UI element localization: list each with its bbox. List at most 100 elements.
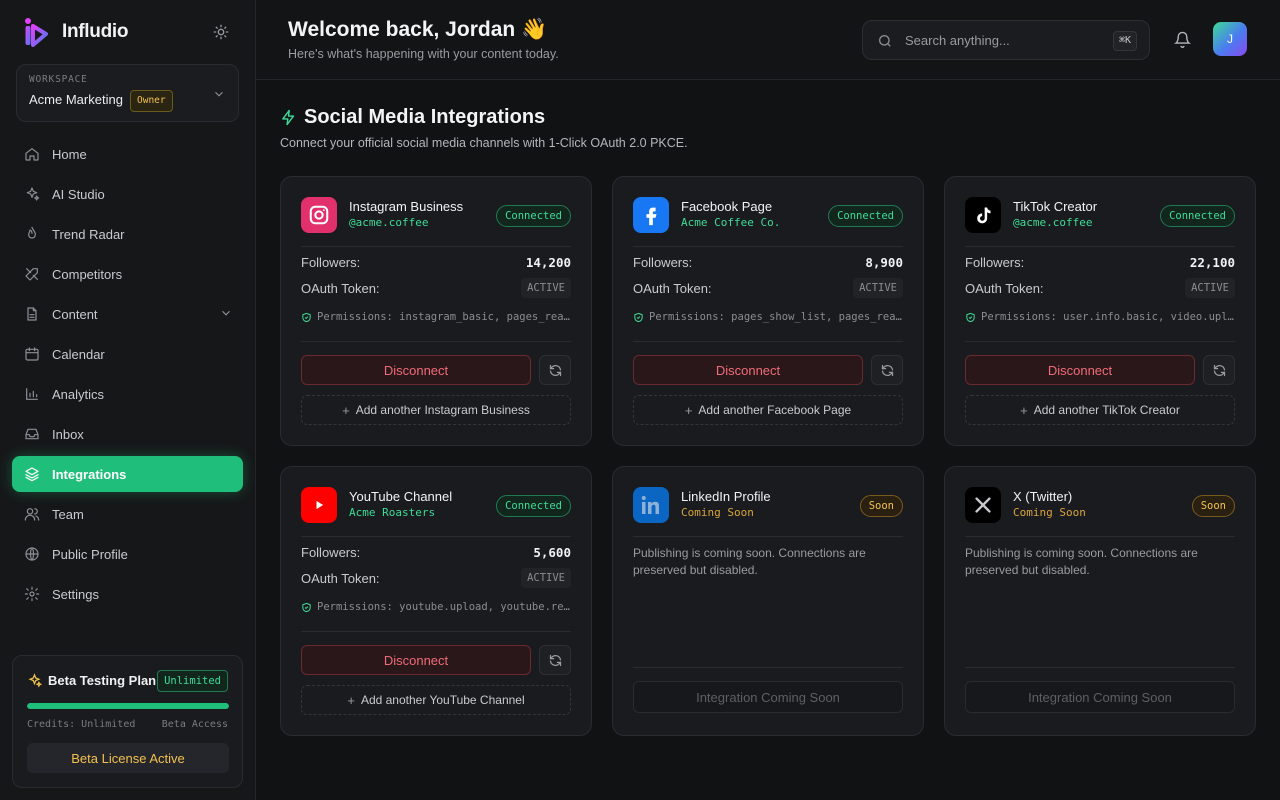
platform-name: LinkedIn Profile bbox=[681, 489, 771, 504]
permissions-text: Permissions: instagram_basic, pages_read… bbox=[317, 311, 571, 323]
coming-soon-button: Integration Coming Soon bbox=[965, 681, 1235, 713]
sidebar-item-content[interactable]: Content bbox=[12, 296, 243, 332]
welcome-subtitle: Here's what's happening with your conten… bbox=[288, 47, 559, 61]
plan-card: Beta Testing Plan Unlimited Credits: Unl… bbox=[12, 655, 243, 788]
brand[interactable]: Infludio bbox=[24, 16, 128, 48]
followers-label: Followers: bbox=[633, 255, 693, 270]
integration-card-tiktok-creator: TikTok Creator @acme.coffee Connected Follo… bbox=[944, 176, 1256, 446]
status-badge: Soon bbox=[1191, 495, 1235, 517]
sidebar-item-inbox[interactable]: Inbox bbox=[12, 416, 243, 452]
divider bbox=[965, 246, 1235, 247]
workspace-label: WORKSPACE bbox=[29, 74, 88, 85]
sidebar-item-label: Trend Radar bbox=[52, 226, 125, 242]
plan-progress-fill bbox=[27, 703, 229, 709]
section-title: Social Media Integrations bbox=[304, 106, 546, 128]
sidebar-item-label: Public Profile bbox=[52, 546, 128, 562]
sidebar: Infludio WORKSPACE Acme Marketing Owner … bbox=[0, 0, 256, 800]
sidebar-item-settings[interactable]: Settings bbox=[12, 576, 243, 612]
disconnect-button[interactable]: Disconnect bbox=[633, 355, 863, 385]
sidebar-item-calendar[interactable]: Calendar bbox=[12, 336, 243, 372]
plus-icon: + bbox=[1020, 402, 1028, 418]
add-account-button[interactable]: + Add another TikTok Creator bbox=[965, 395, 1235, 425]
linkedin-icon bbox=[633, 487, 669, 523]
divider bbox=[633, 246, 903, 247]
followers-value: 8,900 bbox=[865, 255, 903, 270]
oauth-token-label: OAuth Token: bbox=[965, 281, 1044, 296]
status-badge: Soon bbox=[859, 495, 903, 517]
divider bbox=[965, 536, 1235, 537]
sidebar-item-competitors[interactable]: Competitors bbox=[12, 256, 243, 292]
sidebar-item-public-profile[interactable]: Public Profile bbox=[12, 536, 243, 572]
plan-credits: Credits: Unlimited bbox=[27, 719, 136, 730]
integration-card-facebook-page: Facebook Page Acme Coffee Co. Connected Fol… bbox=[612, 176, 924, 446]
add-account-button[interactable]: + Add another YouTube Channel bbox=[301, 685, 571, 715]
oauth-token-status: ACTIVE bbox=[521, 568, 571, 588]
workspace-switcher[interactable]: WORKSPACE Acme Marketing Owner bbox=[16, 64, 239, 122]
platform-handle: @acme.coffee bbox=[349, 216, 429, 229]
users-icon bbox=[24, 508, 40, 521]
home-icon bbox=[25, 148, 39, 161]
add-account-label: Add another Facebook Page bbox=[698, 403, 852, 417]
sidebar-item-ai-studio[interactable]: AI Studio bbox=[12, 176, 243, 212]
theme-toggle-sun-icon[interactable] bbox=[210, 21, 232, 43]
refresh-button[interactable] bbox=[539, 355, 571, 385]
divider bbox=[965, 667, 1235, 668]
chevron-down-icon bbox=[222, 310, 230, 316]
sidebar-item-team[interactable]: Team bbox=[12, 496, 243, 532]
sidebar-item-integrations[interactable]: Integrations bbox=[12, 456, 243, 492]
refresh-button[interactable] bbox=[539, 645, 571, 675]
search-shortcut: ⌘K bbox=[1112, 31, 1137, 51]
add-account-label: Add another TikTok Creator bbox=[1033, 403, 1180, 417]
divider bbox=[301, 246, 571, 247]
beta-license-button[interactable]: Beta License Active bbox=[27, 743, 229, 773]
permissions-text: Permissions: user.info.basic, video.uplo… bbox=[981, 311, 1235, 323]
platform-handle: Coming Soon bbox=[1013, 506, 1086, 519]
shield-check-icon bbox=[302, 602, 311, 612]
disconnect-button[interactable]: Disconnect bbox=[965, 355, 1195, 385]
section-subtitle: Connect your official social media chann… bbox=[280, 136, 688, 150]
plus-icon: + bbox=[347, 692, 355, 708]
platform-name: X (Twitter) bbox=[1013, 489, 1073, 504]
sidebar-item-trend-radar[interactable]: Trend Radar bbox=[12, 216, 243, 252]
shield-check-icon bbox=[302, 312, 311, 322]
calendar-icon bbox=[25, 347, 39, 361]
avatar[interactable]: J bbox=[1213, 22, 1247, 56]
app-name: Infludio bbox=[62, 21, 129, 42]
instagram-icon bbox=[301, 197, 337, 233]
platform-handle: @acme.coffee bbox=[1013, 216, 1093, 229]
layers-icon bbox=[25, 467, 39, 482]
search-placeholder: Search anything... bbox=[905, 33, 1010, 48]
search-input[interactable]: Search anything... ⌘K bbox=[862, 20, 1150, 60]
add-account-button[interactable]: + Add another Instagram Business bbox=[301, 395, 571, 425]
coming-soon-button: Integration Coming Soon bbox=[633, 681, 903, 713]
sidebar-item-label: Analytics bbox=[52, 386, 105, 402]
platform-name: TikTok Creator bbox=[1013, 199, 1098, 214]
plan-title: Beta Testing Plan bbox=[48, 673, 157, 688]
permissions: Permissions: user.info.basic, video.uplo… bbox=[965, 311, 1235, 323]
bell-icon[interactable] bbox=[1173, 31, 1192, 53]
permissions: Permissions: instagram_basic, pages_read… bbox=[301, 311, 571, 323]
welcome-title: Welcome back, Jordan 👋 bbox=[288, 18, 548, 41]
disconnect-button[interactable]: Disconnect bbox=[301, 355, 531, 385]
refresh-icon bbox=[549, 654, 561, 666]
sidebar-item-home[interactable]: Home bbox=[12, 136, 243, 172]
sidebar-item-label: Calendar bbox=[52, 346, 105, 362]
coming-soon-description: Publishing is coming soon. Connections a… bbox=[633, 546, 866, 577]
followers-label: Followers: bbox=[301, 545, 361, 560]
integration-card-youtube-channel: YouTube Channel Acme Roasters Connected Fol… bbox=[280, 466, 592, 736]
permissions: Permissions: pages_show_list, pages_read… bbox=[633, 311, 903, 323]
divider bbox=[301, 631, 571, 632]
refresh-button[interactable] bbox=[871, 355, 903, 385]
bar-chart-icon bbox=[26, 388, 38, 400]
sidebar-item-label: AI Studio bbox=[52, 186, 105, 202]
refresh-button[interactable] bbox=[1203, 355, 1235, 385]
add-account-button[interactable]: + Add another Facebook Page bbox=[633, 395, 903, 425]
sidebar-item-analytics[interactable]: Analytics bbox=[12, 376, 243, 412]
sidebar-item-label: Competitors bbox=[52, 266, 123, 282]
document-icon bbox=[27, 307, 37, 321]
tiktok-icon bbox=[965, 197, 1001, 233]
divider bbox=[301, 536, 571, 537]
sidebar-item-label: Content bbox=[52, 306, 98, 322]
disconnect-button[interactable]: Disconnect bbox=[301, 645, 531, 675]
inbox-icon bbox=[25, 428, 39, 440]
